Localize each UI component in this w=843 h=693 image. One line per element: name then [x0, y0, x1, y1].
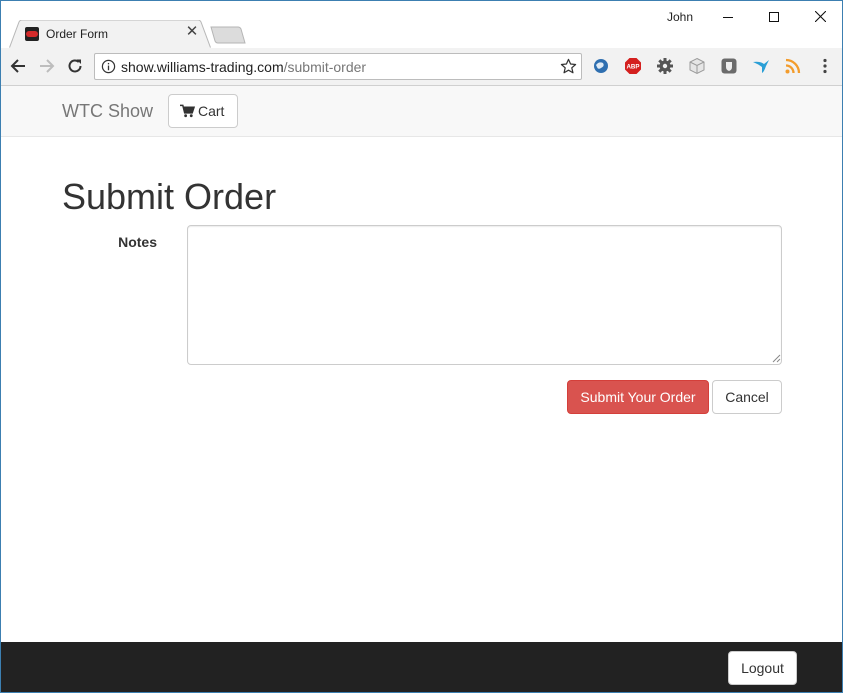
info-icon[interactable]: [101, 59, 116, 74]
logout-button[interactable]: Logout: [728, 651, 797, 685]
arrow-right-icon: [40, 59, 55, 73]
submit-order-button[interactable]: Submit Your Order: [567, 380, 709, 414]
page-title: Submit Order: [62, 176, 277, 217]
svg-text:ABP: ABP: [626, 64, 639, 71]
tab-shape: [9, 20, 211, 49]
star-icon[interactable]: [560, 58, 577, 75]
close-window-button[interactable]: [797, 1, 842, 32]
tab-title: Order Form: [46, 27, 109, 41]
cart-button[interactable]: Cart: [168, 94, 238, 128]
minimize-button[interactable]: [705, 1, 751, 32]
tab-order-form[interactable]: Order Form ✕: [9, 20, 211, 49]
brand-link[interactable]: WTC Show: [62, 101, 153, 122]
close-icon: [814, 11, 826, 22]
page-footer: Logout: [1, 642, 842, 692]
tab-close-icon[interactable]: ✕: [184, 24, 200, 40]
reload-icon: [68, 59, 82, 73]
url-path: /submit-order: [283, 59, 367, 75]
browser-toolbar: show.williams-trading.com/submit-order A…: [1, 48, 842, 86]
cart-label: Cart: [198, 103, 225, 119]
cube-icon[interactable]: [688, 57, 706, 75]
notes-textarea[interactable]: [187, 225, 782, 365]
notes-label: Notes: [118, 234, 157, 250]
maximize-button[interactable]: [751, 1, 797, 32]
globe-icon[interactable]: [592, 57, 610, 75]
reload-button[interactable]: [64, 55, 86, 77]
browser-window: Order Form ✕ John show.williams-trading.…: [0, 0, 843, 693]
bird-icon[interactable]: [752, 57, 770, 75]
back-button[interactable]: [7, 55, 29, 77]
web-page: WTC Show Cart Submit Order Notes Submit …: [1, 86, 842, 692]
adblock-icon[interactable]: ABP: [624, 57, 642, 75]
more-menu-icon[interactable]: [816, 57, 834, 75]
shield-icon[interactable]: [720, 57, 738, 75]
rss-icon[interactable]: [784, 57, 802, 75]
resize-grip-icon[interactable]: [772, 354, 781, 363]
app-navbar: WTC Show Cart: [1, 86, 842, 137]
shopping-cart-icon: [180, 104, 195, 118]
minimize-icon: [723, 16, 733, 18]
arrow-left-icon: [10, 59, 25, 73]
wtc-favicon-icon: [25, 27, 39, 41]
new-tab-button[interactable]: [210, 26, 246, 44]
address-bar[interactable]: show.williams-trading.com/submit-order: [94, 53, 582, 80]
maximize-icon: [769, 11, 779, 22]
gear-icon[interactable]: [656, 57, 674, 75]
title-bar: Order Form ✕ John: [1, 1, 842, 49]
url-text: show.williams-trading.com/submit-order: [121, 59, 366, 75]
profile-name[interactable]: John: [667, 10, 693, 24]
forward-button[interactable]: [36, 55, 58, 77]
url-host: show.williams-trading.com: [121, 59, 284, 75]
cancel-button[interactable]: Cancel: [712, 380, 782, 414]
